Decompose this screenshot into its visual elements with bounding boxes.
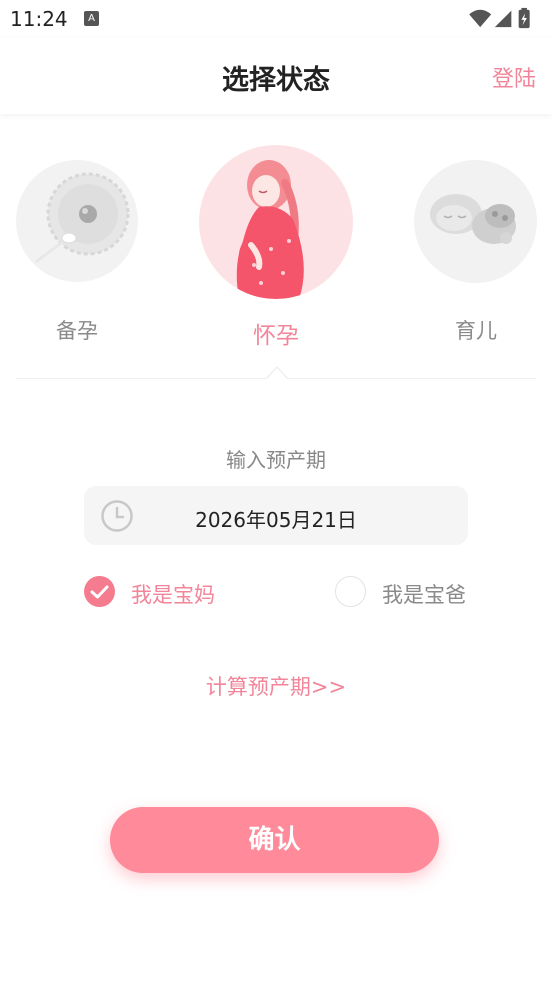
status-icons <box>469 7 530 29</box>
status-bar: 11:24 A <box>0 0 552 38</box>
pregnant-woman-illustration <box>199 145 353 299</box>
stage-label: 备孕 <box>56 319 98 343</box>
role-dad-option[interactable]: 我是宝爸 <box>335 576 495 608</box>
due-date-label: 输入预产期 <box>226 448 326 472</box>
due-date-value: 2026年05月21日 <box>195 508 357 532</box>
checked-radio-icon <box>84 576 115 607</box>
role-label: 我是宝爸 <box>382 583 466 607</box>
sperm-egg-illustration <box>16 160 138 282</box>
stage-label: 怀孕 <box>253 323 299 349</box>
status-time: 11:24 <box>10 7 68 31</box>
header-bar: 选择状态 登陆 <box>0 38 552 114</box>
confirm-button[interactable]: 确认 <box>110 807 439 873</box>
page-title: 选择状态 <box>222 65 330 96</box>
calculate-due-date-link[interactable]: 计算预产期>> <box>0 671 552 701</box>
role-mom-option[interactable]: 我是宝妈 <box>84 576 244 608</box>
due-date-field[interactable]: 2026年05月21日 <box>84 486 468 545</box>
battery-charging-icon <box>518 7 530 29</box>
unchecked-radio-icon <box>335 576 366 607</box>
sleeping-baby-illustration <box>414 160 537 283</box>
wifi-icon <box>469 9 492 28</box>
stage-label: 育儿 <box>455 319 497 343</box>
login-button[interactable]: 登陆 <box>492 61 536 93</box>
notification-icon: A <box>84 11 99 26</box>
signal-icon <box>494 10 512 28</box>
role-label: 我是宝妈 <box>131 583 215 607</box>
